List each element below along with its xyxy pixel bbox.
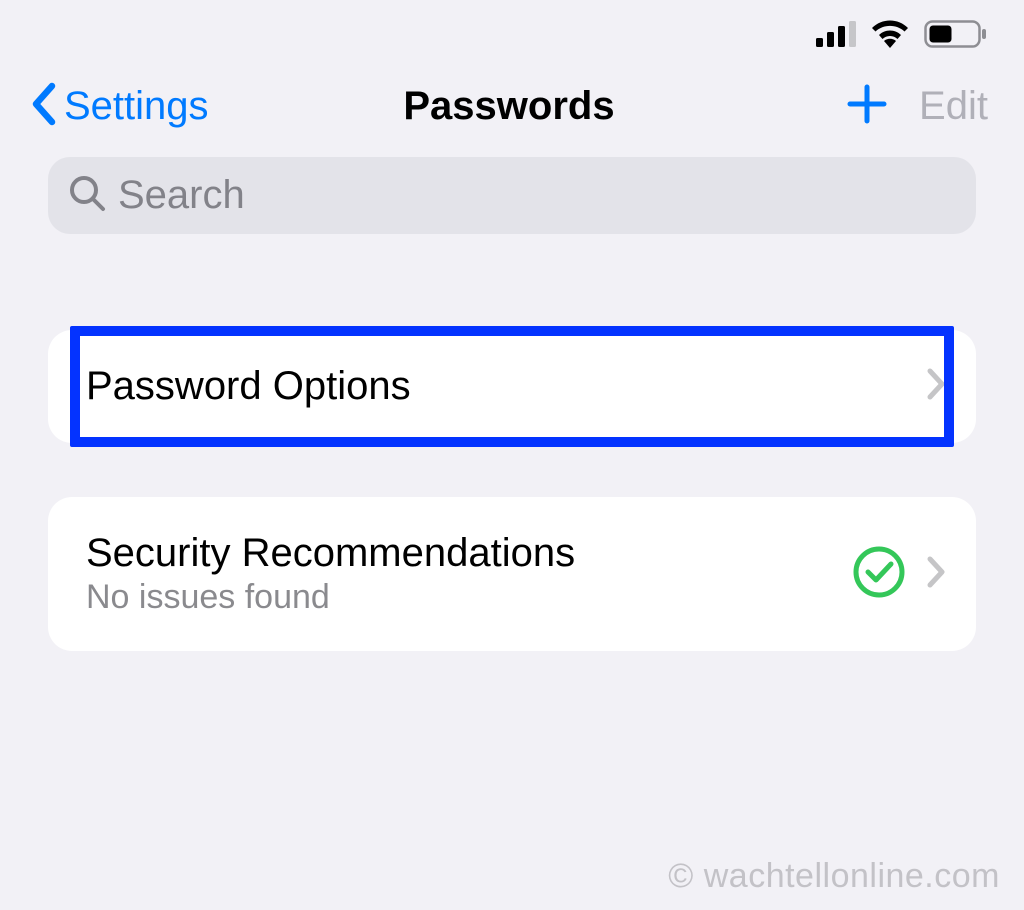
row-title: Password Options: [86, 364, 906, 409]
add-button[interactable]: [847, 84, 887, 129]
wifi-icon: [870, 20, 910, 48]
row-title: Security Recommendations: [86, 531, 832, 576]
back-label: Settings: [64, 84, 209, 129]
cellular-signal-icon: [816, 21, 856, 47]
chevron-right-icon: [926, 555, 946, 594]
search-input[interactable]: [118, 173, 956, 218]
checkmark-circle-icon: [852, 545, 906, 604]
row-subtitle: No issues found: [86, 578, 832, 617]
plus-icon: [847, 84, 887, 129]
search-box[interactable]: [48, 157, 976, 234]
security-recommendations-group: Security Recommendations No issues found: [48, 497, 976, 651]
navigation-bar: Settings Passwords Edit: [0, 58, 1024, 157]
back-button[interactable]: Settings: [30, 82, 349, 131]
battery-icon: [924, 20, 988, 48]
password-options-row[interactable]: Password Options: [48, 330, 976, 443]
password-options-group: Password Options: [48, 330, 976, 443]
watermark: © wachtellonline.com: [668, 857, 1000, 896]
search-icon: [68, 174, 106, 217]
chevron-left-icon: [30, 82, 58, 131]
page-title: Passwords: [349, 84, 668, 129]
status-bar: [0, 0, 1024, 58]
edit-button[interactable]: Edit: [919, 84, 988, 129]
security-recommendations-row[interactable]: Security Recommendations No issues found: [48, 497, 976, 651]
chevron-right-icon: [926, 367, 946, 406]
